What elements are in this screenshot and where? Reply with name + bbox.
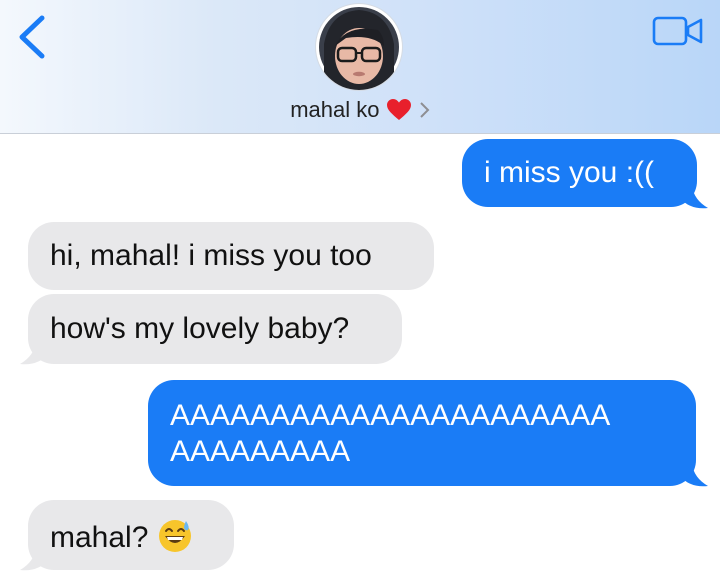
bubble-tail — [20, 342, 48, 365]
contact-name-button[interactable]: mahal ko — [0, 96, 720, 123]
grinning-sweat-emoji — [158, 520, 191, 552]
bubble-tail — [680, 464, 708, 487]
video-camera-icon[interactable] — [652, 15, 704, 47]
bubble-tail — [20, 548, 48, 571]
message-text: mahal? — [50, 521, 149, 554]
message-text: i miss you :(( — [484, 156, 655, 189]
message-text: hi, mahal! i miss you too — [50, 239, 372, 272]
chevron-right-icon — [420, 102, 430, 118]
contact-photo — [319, 7, 399, 90]
conversation-header: mahal ko — [0, 0, 720, 134]
message-bubble-outgoing[interactable]: i miss you :(( — [462, 139, 697, 207]
message-text-line2: AAAAAAAAA — [170, 435, 351, 468]
message-text: AAAAAAAAAAAAAAAAAAAAAA — [170, 399, 611, 432]
chevron-left-icon[interactable] — [14, 14, 50, 60]
message-bubble-incoming[interactable]: mahal? — [28, 500, 234, 570]
message-bubble-outgoing[interactable]: AAAAAAAAAAAAAAAAAAAAAA AAAAAAAAA — [148, 380, 696, 486]
message-bubble-incoming[interactable]: how's my lovely baby? — [28, 294, 402, 364]
message-text: how's my lovely baby? — [50, 312, 350, 345]
message-bubble-incoming[interactable]: hi, mahal! i miss you too — [28, 222, 434, 290]
contact-name: mahal ko — [290, 97, 380, 123]
red-heart-icon — [386, 99, 411, 121]
bubble-tail — [680, 186, 708, 209]
avatar[interactable] — [316, 4, 402, 90]
